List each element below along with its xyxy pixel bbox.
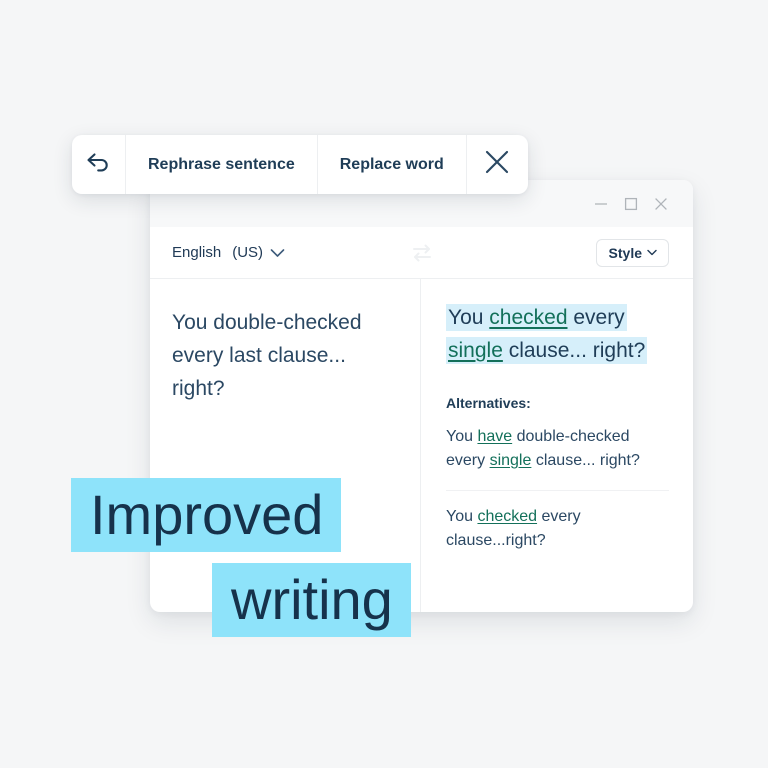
result-part-2: every <box>567 306 625 329</box>
undo-button[interactable] <box>72 135 126 194</box>
result-part-3: clause... right? <box>502 339 646 362</box>
style-dropdown-button[interactable]: Style <box>595 238 669 267</box>
result-text[interactable]: You checked every single clause... right… <box>446 301 669 367</box>
alt-2-part-1: You <box>446 508 478 525</box>
swap-arrows-icon[interactable] <box>410 242 434 264</box>
alt-1-suggestion-2[interactable]: single <box>490 452 532 469</box>
alternatives-heading: Alternatives: <box>446 395 531 411</box>
caption-line-1: Improved <box>71 478 342 552</box>
chevron-down-icon <box>270 248 285 258</box>
alt-1-part-1: You <box>446 428 478 445</box>
minimize-icon[interactable] <box>586 189 616 219</box>
result-suggestion-1[interactable]: checked <box>489 306 567 329</box>
floating-action-toolbar: Rephrase sentence Replace word <box>72 135 528 194</box>
source-text: You double-checked every last clause... … <box>172 311 362 400</box>
chevron-down-icon <box>647 249 657 256</box>
result-panel: You checked every single clause... right… <box>421 279 693 612</box>
undo-arrow-icon <box>85 149 113 180</box>
result-part-1: You <box>448 306 490 329</box>
maximize-icon[interactable] <box>616 189 646 219</box>
alt-1-suggestion-1[interactable]: have <box>477 428 512 445</box>
alt-1-part-3: clause... right? <box>531 452 640 469</box>
editor-toolbar: English (US) Style <box>150 227 693 278</box>
rephrase-sentence-button[interactable]: Rephrase sentence <box>126 135 318 194</box>
caption-line-2: writing <box>212 563 411 637</box>
screenshot-canvas: English (US) Style You double-checked ev… <box>0 0 768 768</box>
alternatives-divider <box>446 490 669 491</box>
style-label: Style <box>608 244 642 261</box>
alt-2-suggestion-1[interactable]: checked <box>477 508 537 525</box>
alternative-item[interactable]: You checked every clause...right? <box>446 505 669 553</box>
result-suggestion-2[interactable]: single <box>448 339 503 362</box>
language-region: (US) <box>232 244 264 261</box>
close-x-icon <box>483 148 511 181</box>
alternative-item[interactable]: You have double-checked every single cla… <box>446 425 669 473</box>
language-name: English <box>172 244 222 261</box>
language-selector[interactable]: English (US) <box>172 244 285 261</box>
close-icon[interactable] <box>646 189 676 219</box>
close-toolbar-button[interactable] <box>467 135 528 194</box>
replace-word-button[interactable]: Replace word <box>318 135 467 194</box>
